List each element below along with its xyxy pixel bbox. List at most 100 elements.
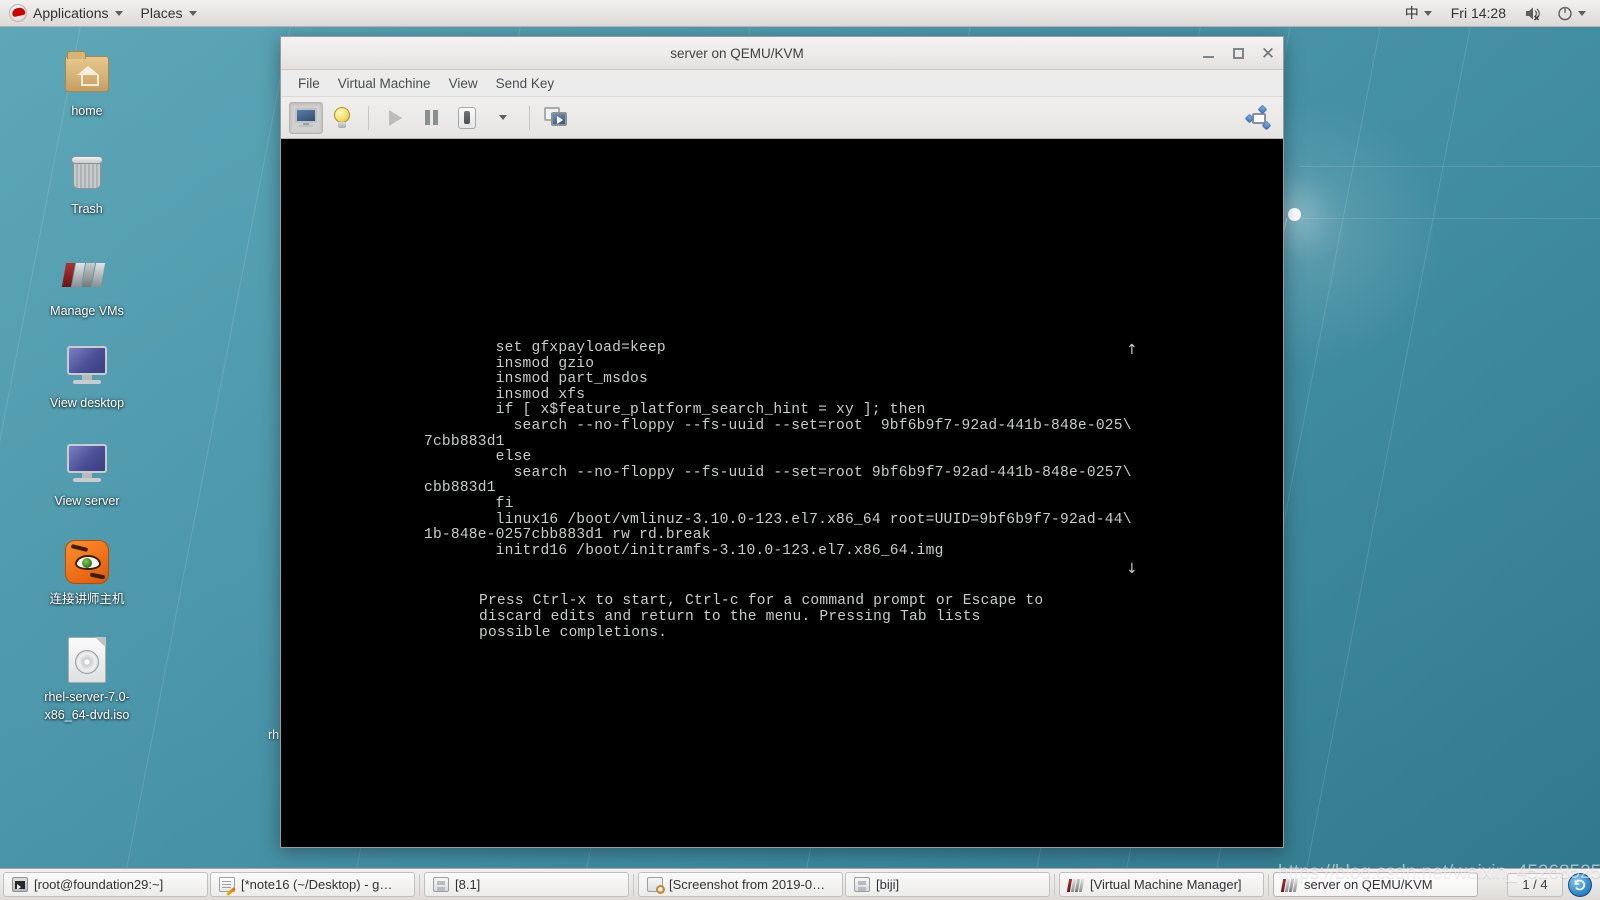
desktop-icon-view-server[interactable]: View server (33, 440, 141, 510)
menubar: File Virtual Machine View Send Key (281, 70, 1283, 96)
desktop-icon-label: Trash (71, 202, 103, 216)
menu-virtual-machine[interactable]: Virtual Machine (329, 73, 440, 94)
applications-menu-label: Applications (33, 5, 109, 21)
minimize-button[interactable] (1193, 40, 1223, 66)
power-icon (458, 106, 476, 129)
light-bulb-icon (334, 106, 350, 129)
desktop-icon-label: View desktop (49, 396, 125, 410)
menu-send-key[interactable]: Send Key (487, 73, 564, 94)
window-titlebar[interactable]: server on QEMU/KVM ✕ (281, 37, 1283, 70)
file-manager-icon (433, 877, 449, 892)
chevron-down-icon (1578, 10, 1586, 16)
show-desktop-button[interactable] (1568, 872, 1592, 897)
taskbar-item-label: [Screenshot from 2019-0… (669, 877, 826, 892)
top-panel: Applications Places 中 Fri 14:28 (0, 0, 1600, 27)
workspace-switcher[interactable]: 1 / 4 (1507, 872, 1563, 897)
scroll-up-arrow-icon: ↑ (1126, 342, 1138, 358)
toolbar-separator (529, 105, 530, 130)
close-button[interactable]: ✕ (1253, 40, 1283, 66)
taskbar-item-virtual-machine-manager[interactable]: [Virtual Machine Manager] (1059, 872, 1264, 897)
volume-button[interactable] (1519, 0, 1548, 27)
places-menu[interactable]: Places (132, 0, 206, 27)
taskbar-separator (419, 873, 420, 896)
scroll-down-arrow-icon: ↓ (1126, 561, 1138, 577)
taskbar-item-label: [Virtual Machine Manager] (1090, 877, 1242, 892)
clock[interactable]: Fri 14:28 (1441, 0, 1516, 27)
red-hat-logo-icon (9, 4, 27, 22)
taskbar-item-label: [8.1] (455, 877, 481, 892)
chevron-down-icon (1423, 10, 1432, 16)
monitor-icon (63, 342, 111, 390)
monitor-icon (63, 440, 111, 488)
power-icon (1558, 6, 1572, 21)
grub-help-text: Press Ctrl-x to start, Ctrl-c for a comm… (479, 593, 1044, 641)
toolbar (281, 96, 1283, 139)
system-tray: 中 Fri 14:28 (1399, 0, 1600, 27)
taskbar-separator (633, 873, 634, 896)
gedit-icon (219, 877, 236, 896)
input-method-label: 中 (1404, 5, 1419, 21)
iso-disc-icon (63, 636, 111, 684)
screenshot-icon (647, 877, 665, 894)
snapshot-icon (544, 107, 568, 128)
taskbar-item-biji[interactable]: [biji] (845, 872, 1050, 897)
snapshots-button[interactable] (539, 102, 573, 134)
menu-view[interactable]: View (440, 73, 487, 94)
menu-file[interactable]: File (289, 73, 329, 94)
desktop-icon-home[interactable]: home (33, 50, 141, 120)
wallpaper-line (1300, 166, 1600, 167)
taskbar-item-server-on-qemu-kvm[interactable]: server on QEMU/KVM (1273, 872, 1478, 897)
grub-entry-text: set gfxpayload=keep insmod gzio insmod p… (424, 340, 1132, 559)
pause-icon (424, 110, 438, 125)
desktop-icon-rhel-iso[interactable]: rhel-server-7.0-x86_64-dvd.iso (33, 636, 141, 724)
tiger-eye-icon (63, 538, 111, 586)
details-view-button[interactable] (325, 102, 359, 134)
applications-menu[interactable]: Applications (0, 0, 132, 27)
input-method-indicator[interactable]: 中 (1399, 0, 1438, 27)
chevron-down-icon (188, 10, 197, 16)
taskbar-item-terminal[interactable]: [root@foundation29:~] (3, 872, 208, 897)
maximize-button[interactable] (1223, 40, 1253, 66)
places-menu-label: Places (140, 5, 183, 21)
desktop-icon-label: 连接讲师主机 (49, 592, 125, 606)
chevron-down-icon (114, 10, 123, 16)
desktop-icon-connect-instructor-host[interactable]: 连接讲师主机 (33, 538, 141, 608)
obscured-desktop-icon-label: rh (268, 728, 280, 742)
taskbar-item-label: [root@foundation29:~] (34, 877, 164, 892)
home-folder-icon (63, 50, 111, 98)
clock-label: Fri 14:28 (1450, 5, 1506, 21)
desktop-icon-label: rhel-server-7.0-x86_64-dvd.iso (44, 690, 130, 723)
taskbar-item-files-81[interactable]: [8.1] (424, 872, 629, 897)
play-icon (388, 109, 402, 126)
chevron-down-icon (499, 115, 507, 120)
pause-button[interactable] (414, 102, 448, 134)
workspace-indicator-label: 1 / 4 (1522, 877, 1548, 892)
taskbar-separator (1054, 873, 1055, 896)
taskbar-item-label: [*note16 (~/Desktop) - g… (241, 877, 393, 892)
wallpaper-glow-dot (1288, 208, 1301, 221)
desktop-icon-label: Manage VMs (50, 304, 124, 318)
taskbar-item-screenshot[interactable]: [Screenshot from 2019-0… (638, 872, 843, 897)
system-menu-button[interactable] (1551, 0, 1592, 27)
taskbar: [root@foundation29:~] [*note16 (~/Deskto… (0, 868, 1600, 900)
desktop-icon-manage-vms[interactable]: Manage VMs (33, 250, 141, 320)
shutdown-button[interactable] (450, 102, 484, 134)
desktop-icon-view-desktop[interactable]: View desktop (33, 342, 141, 412)
volume-muted-icon (1526, 7, 1540, 21)
taskbar-item-gedit[interactable]: [*note16 (~/Desktop) - g… (210, 872, 415, 897)
fullscreen-icon (1244, 104, 1272, 130)
terminal-icon (12, 877, 28, 892)
fullscreen-button[interactable] (1241, 102, 1275, 134)
taskbar-item-label: server on QEMU/KVM (1304, 877, 1433, 892)
guest-console[interactable]: set gfxpayload=keep insmod gzio insmod p… (281, 139, 1283, 847)
file-manager-icon (854, 877, 870, 892)
window-title: server on QEMU/KVM (670, 45, 804, 61)
shutdown-menu-button[interactable] (486, 102, 520, 134)
monitor-icon (295, 108, 317, 127)
vm-logo-icon (61, 250, 111, 298)
desktop-icon-trash[interactable]: Trash (33, 148, 141, 218)
console-view-button[interactable] (289, 101, 323, 134)
desktop-icon-label: View server (54, 494, 120, 508)
toolbar-separator (368, 105, 369, 130)
run-button[interactable] (378, 102, 412, 134)
